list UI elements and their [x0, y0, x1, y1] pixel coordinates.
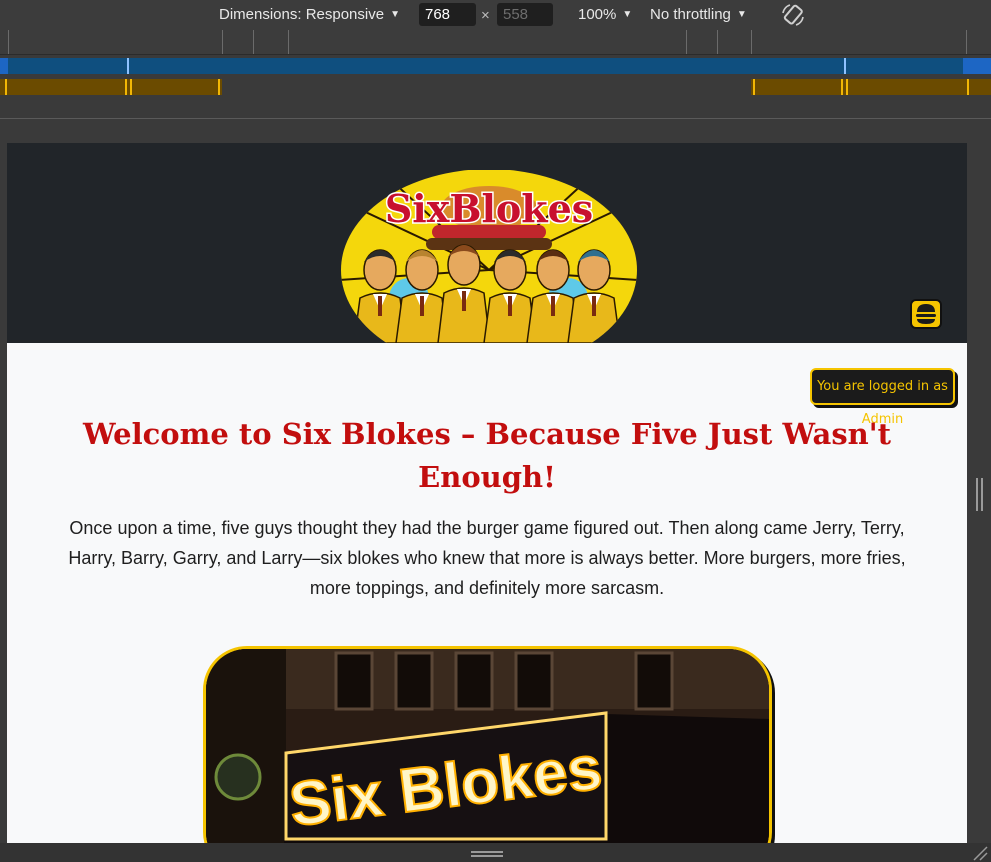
throttling-dropdown[interactable]: No throttling ▼: [650, 6, 747, 23]
rotate-icon[interactable]: [780, 3, 806, 27]
width-input[interactable]: 768: [419, 3, 476, 26]
site-header: SixBlokes: [7, 143, 967, 343]
menu-toggle-button[interactable]: [910, 299, 942, 329]
zoom-dropdown[interactable]: 100% ▼: [578, 6, 632, 23]
viewport-resize-handle-bottom[interactable]: [471, 851, 503, 857]
device-viewport: SixBlokes You are logged in as Admin Wel…: [7, 143, 967, 843]
viewport-resize-handle-right[interactable]: [976, 478, 983, 511]
dimensions-dropdown[interactable]: Dimensions: Responsive ▼: [219, 6, 400, 23]
burger-icon: [916, 304, 936, 324]
toolbar-divider: [0, 118, 991, 119]
zoom-label: 100%: [578, 6, 617, 23]
devtools-device-toolbar: Dimensions: Responsive ▼ 768 × 558 100% ▼ …: [0, 0, 991, 30]
chevron-down-icon: ▼: [622, 9, 633, 20]
dimensions-label: Dimensions: Responsive: [219, 6, 385, 23]
intro-paragraph: Once upon a time, five guys thought they…: [68, 518, 906, 598]
media-query-bar-max-width[interactable]: [0, 58, 991, 74]
media-query-ruler: [0, 30, 991, 55]
media-query-bar-min-width[interactable]: [0, 79, 991, 95]
height-input[interactable]: 558: [497, 3, 553, 26]
page-title: Welcome to Six Blokes – Because Five Jus…: [82, 417, 892, 494]
resize-corner-icon[interactable]: [970, 843, 988, 861]
chevron-down-icon: ▼: [736, 9, 747, 20]
logo-text: SixBlokes: [385, 186, 593, 231]
storefront-image: Six Blokes: [203, 646, 772, 843]
admin-status-badge[interactable]: You are logged in as Admin: [810, 368, 955, 427]
dimension-separator: ×: [481, 7, 490, 24]
six-blokes-logo[interactable]: SixBlokes: [340, 170, 638, 343]
chevron-down-icon: ▼: [390, 9, 400, 20]
throttling-label: No throttling: [650, 6, 731, 23]
